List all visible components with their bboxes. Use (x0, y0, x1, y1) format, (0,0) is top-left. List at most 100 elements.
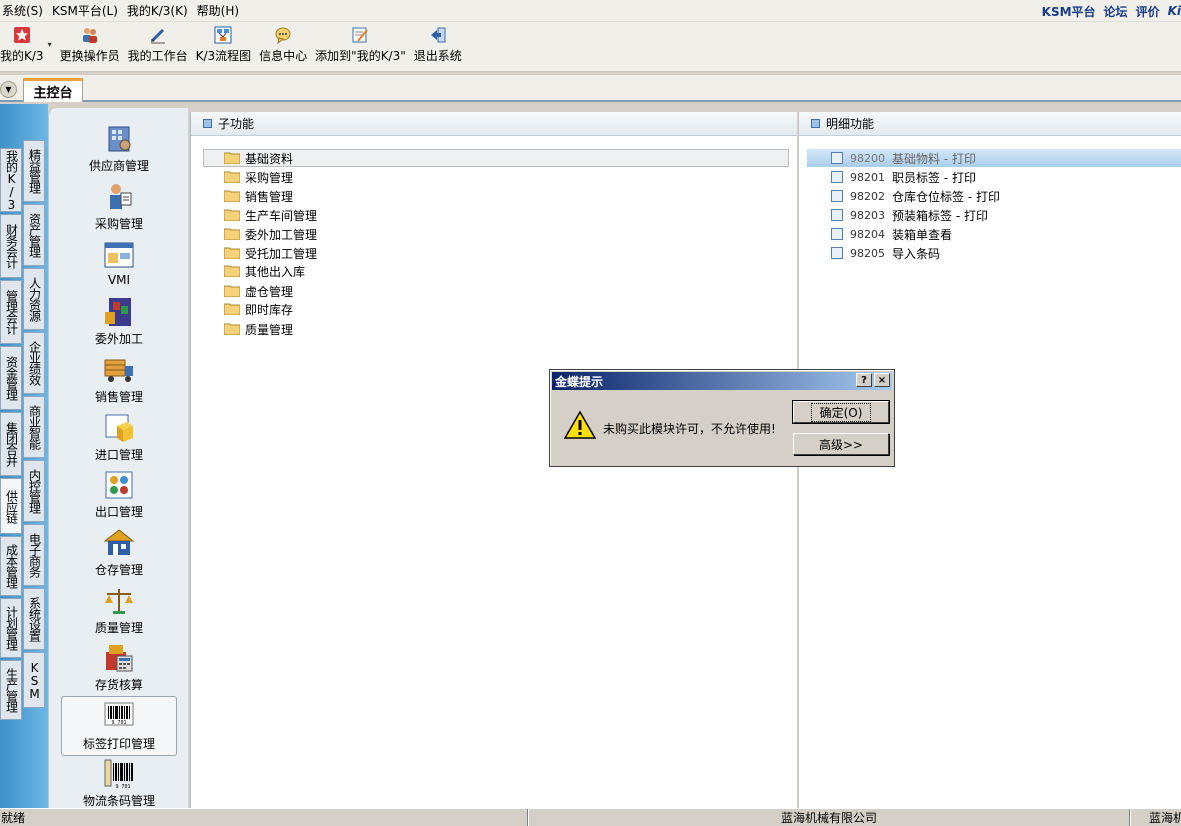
module-import-management[interactable]: 进口管理 (61, 412, 177, 463)
vtab-financial-accounting[interactable]: 财务会计 (0, 214, 22, 278)
toolbar-flowchart-button[interactable]: K/3流程图 (192, 22, 256, 64)
link-ksm-platform[interactable]: KSM平台 (1042, 3, 1096, 20)
detail-item-98200[interactable]: 98200 基础物料 - 打印 (807, 149, 1181, 167)
vtab-human-resources[interactable]: 人力资源 (23, 268, 45, 330)
vtab-group-consolidation[interactable]: 集团合并 (0, 412, 22, 476)
document-icon (831, 209, 843, 221)
folder-label: 质量管理 (245, 322, 294, 337)
folder-item-quality[interactable]: 质量管理 (224, 320, 293, 338)
toolbar-change-operator-button[interactable]: 更换操作员 (56, 22, 124, 64)
vertical-category-tabs: 我的K/3 财务会计 管理会计 资金管理 集团合并 供应链 成本管理 计划管理 … (0, 104, 48, 808)
module-label: 质量管理 (94, 621, 143, 635)
toolbar-my-workbench-button[interactable]: 我的工作台 (124, 22, 192, 64)
document-icon (831, 228, 843, 240)
ok-button[interactable]: 确定(O) (792, 400, 890, 424)
module-label-print-management[interactable]: 9 701 标签打印管理 (61, 696, 177, 756)
vtab-lean-management[interactable]: 精益管理 (23, 140, 45, 202)
toolbar-label: 我的工作台 (127, 49, 188, 63)
vtab-system-settings[interactable]: 系统设置 (23, 588, 45, 650)
sub-function-header: 子功能 (191, 112, 797, 136)
users-icon (81, 26, 99, 44)
module-purchase-management[interactable]: 采购管理 (61, 181, 177, 232)
detail-item-98203[interactable]: 98203 预装箱标签 - 打印 (831, 206, 988, 224)
menu-bar: 系统(S) KSM平台(L) 我的K/3(K) 帮助(H) KSM平台 论坛 评… (0, 0, 1181, 22)
detail-item-98202[interactable]: 98202 仓库仓位标签 - 打印 (831, 187, 1000, 205)
menu-help[interactable]: 帮助(H) (195, 2, 246, 19)
detail-label: 基础物料 - 打印 (892, 151, 976, 166)
vtab-supply-chain[interactable]: 供应链 (0, 478, 22, 534)
vtab-enterprise-performance[interactable]: 企业绩效 (23, 332, 45, 394)
detail-code: 98204 (850, 227, 885, 241)
dialog-title-buttons: ? × (856, 373, 890, 387)
status-right: 蓝海机 (1130, 809, 1181, 826)
help-button[interactable]: ? (856, 373, 872, 387)
folder-item-instant-stock[interactable]: 即时库存 (224, 300, 293, 318)
folder-label: 采购管理 (245, 170, 294, 185)
vtab-cost-management[interactable]: 成本管理 (0, 536, 22, 596)
tab-list-chevron-icon[interactable]: ▼ (0, 81, 17, 98)
module-outsourcing[interactable]: 委外加工 (61, 296, 177, 347)
folder-item-workshop[interactable]: 生产车间管理 (224, 206, 317, 224)
vtab-internal-control[interactable]: 内控管理 (23, 460, 45, 522)
module-supplier-management[interactable]: 供应商管理 (61, 123, 177, 174)
toolbar-label: 我的K/3 (0, 49, 44, 63)
vtab-business-intelligence[interactable]: 商业智能 (23, 396, 45, 458)
warehouse-icon (103, 527, 135, 559)
document-icon (831, 190, 843, 202)
vtab-asset-management[interactable]: 资产管理 (23, 204, 45, 266)
detail-item-98205[interactable]: 98205 导入条码 (831, 244, 940, 262)
detail-item-98201[interactable]: 98201 职员标签 - 打印 (831, 168, 976, 186)
toolbar: 我的K/3 ▾ 更换操作员 我的工作台 K/3流程图 信息中心 添加到"我的K/… (0, 22, 1181, 72)
toolbar-label: 信息中心 (259, 49, 308, 63)
vmi-icon (103, 239, 135, 271)
vtab-fund-management[interactable]: 资金管理 (0, 346, 22, 410)
detail-function-title: 明细功能 (826, 117, 875, 131)
folder-item-consigned-processing[interactable]: 受托加工管理 (224, 244, 317, 262)
toolbar-my-k3-button[interactable]: 我的K/3 (0, 22, 48, 64)
folder-item-outsourcing[interactable]: 委外加工管理 (224, 225, 317, 243)
detail-item-98204[interactable]: 98204 装箱单查看 (831, 225, 952, 243)
folder-item-sales[interactable]: 销售管理 (224, 187, 293, 205)
module-logistics-barcode[interactable]: 9 701 物流条码管理 (61, 758, 177, 809)
module-quality-management[interactable]: 质量管理 (61, 585, 177, 636)
module-sales-management[interactable]: 销售管理 (61, 354, 177, 405)
vtab-ksm[interactable]: KSM (23, 652, 45, 708)
menu-ksm-platform[interactable]: KSM平台(L) (50, 2, 125, 19)
tab-main-console[interactable]: 主控台 (23, 78, 83, 102)
close-button[interactable]: × (874, 373, 890, 387)
detail-label: 装箱单查看 (892, 227, 953, 242)
folder-item-virtual-warehouse[interactable]: 虚仓管理 (224, 282, 293, 300)
folder-item-basic-data[interactable]: 基础资料 (203, 149, 789, 167)
vtab-e-commerce[interactable]: 电子商务 (23, 524, 45, 586)
purchase-icon (103, 181, 135, 213)
vtab-planning-management[interactable]: 计划管理 (0, 598, 22, 658)
toolbar-exit-button[interactable]: 退出系统 (410, 22, 466, 64)
vtab-my-k3[interactable]: 我的K/3 (0, 148, 22, 212)
module-label: VMI (107, 273, 131, 287)
menu-system[interactable]: 系统(S) (0, 2, 50, 19)
advanced-button[interactable]: 高级>> (793, 433, 889, 455)
vtab-production-management[interactable]: 生产管理 (0, 660, 22, 720)
module-inventory-accounting[interactable]: 存货核算 (61, 642, 177, 693)
vtab-management-accounting[interactable]: 管理会计 (0, 280, 22, 344)
link-kingdee-cut[interactable]: Ki (1168, 4, 1181, 18)
detail-label: 预装箱标签 - 打印 (892, 208, 988, 223)
svg-text:9 701: 9 701 (111, 720, 126, 726)
folder-icon (224, 265, 240, 277)
toolbar-info-center-button[interactable]: 信息中心 (255, 22, 311, 64)
toolbar-add-to-my-k3-button[interactable]: 添加到"我的K/3" (311, 22, 410, 64)
document-icon (831, 152, 843, 164)
link-forum[interactable]: 论坛 (1104, 3, 1128, 20)
module-label: 供应商管理 (88, 159, 149, 173)
chevron-down-icon[interactable]: ▾ (48, 22, 56, 49)
menu-my-k3[interactable]: 我的K/3(K) (125, 2, 195, 19)
module-vmi[interactable]: VMI (61, 239, 177, 287)
ok-button-label: 确定(O) (810, 402, 872, 422)
folder-item-purchase[interactable]: 采购管理 (224, 168, 293, 186)
module-warehouse-management[interactable]: 仓存管理 (61, 527, 177, 578)
link-review[interactable]: 评价 (1136, 3, 1160, 20)
toolbar-label: 退出系统 (413, 49, 462, 63)
module-export-management[interactable]: 出口管理 (61, 469, 177, 520)
folder-icon (224, 323, 240, 335)
folder-item-other-in-out[interactable]: 其他出入库 (224, 262, 305, 280)
